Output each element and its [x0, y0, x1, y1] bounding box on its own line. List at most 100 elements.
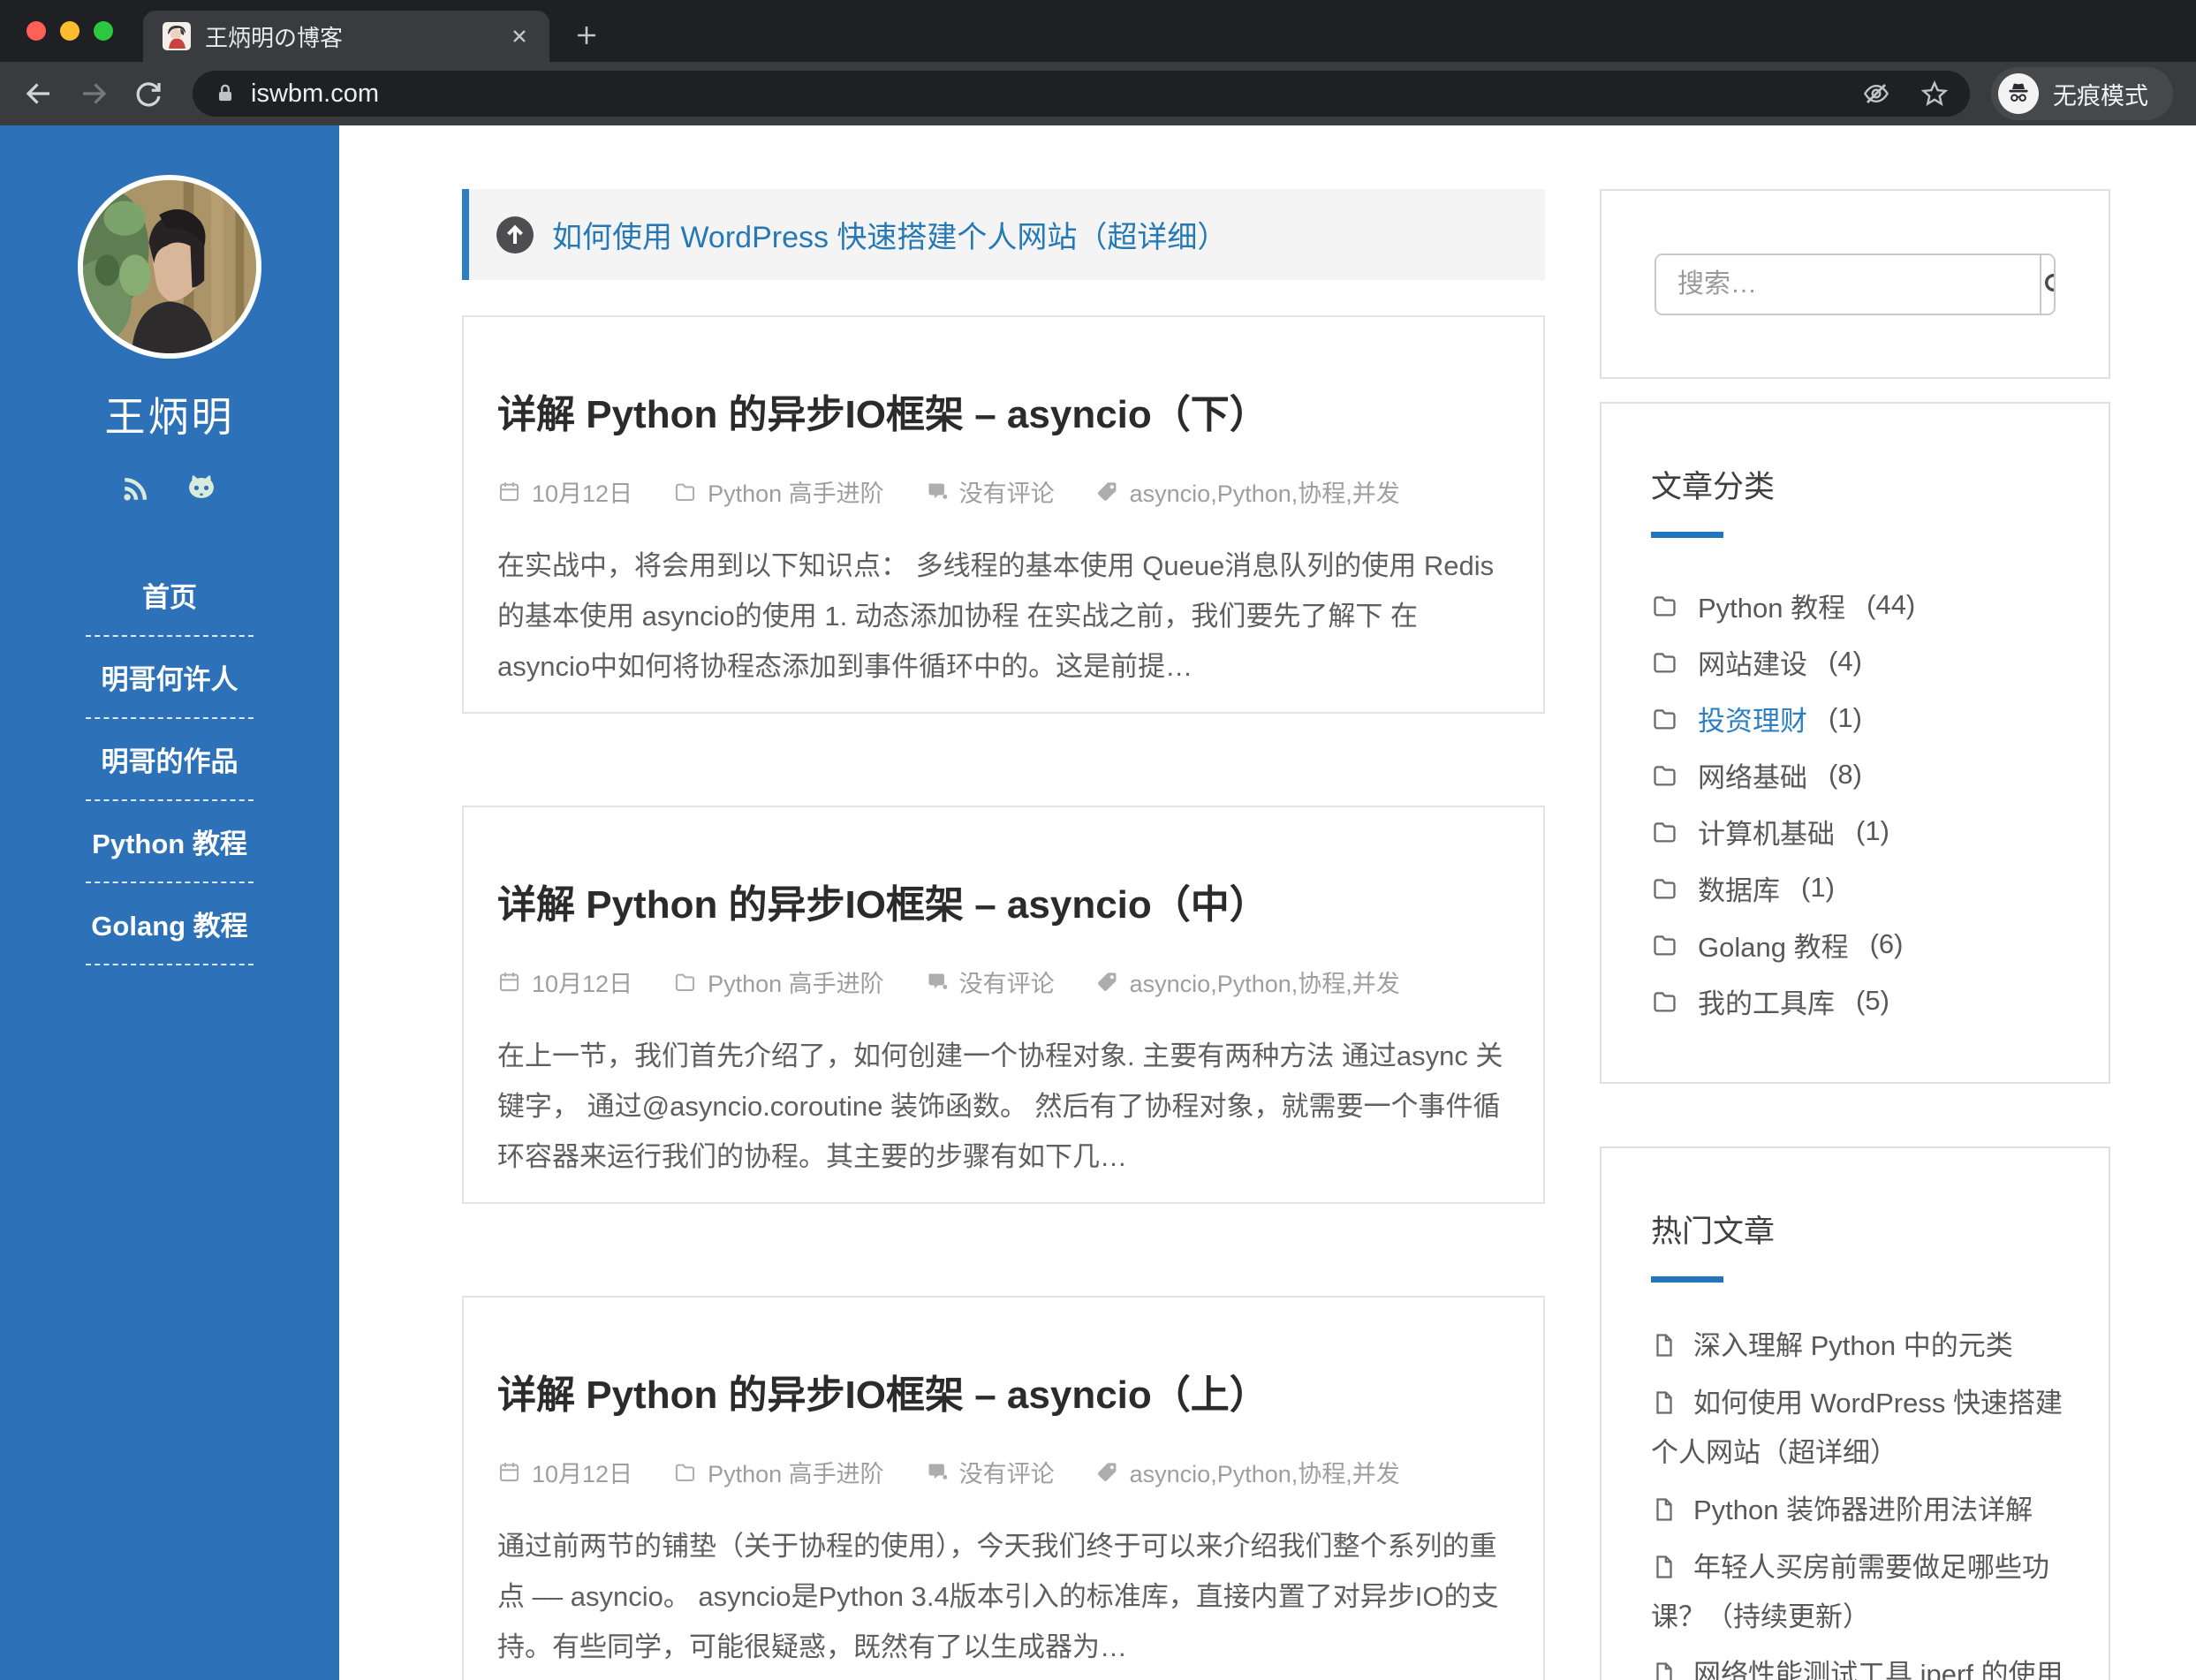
article-comments[interactable]: 没有评论 [925, 1455, 1055, 1489]
sidebar-nav-item[interactable]: Python 教程 [0, 801, 339, 882]
article-card: 详解 Python 的异步IO框架 – asyncio（上） 10月12日 Py… [462, 1296, 1545, 1680]
article-comments[interactable]: 没有评论 [925, 965, 1055, 999]
heading-underline [1651, 532, 1723, 538]
search-icon [2041, 270, 2054, 299]
tag-icon [1095, 970, 1119, 994]
notice-link[interactable]: 如何使用 WordPress 快速搭建个人网站（超详细） [552, 213, 1227, 256]
lock-icon [214, 82, 237, 105]
article-excerpt: 通过前两节的铺垫（关于协程的使用），今天我们终于可以来介绍我们整个系列的重点 –… [497, 1531, 1499, 1662]
article-tags[interactable]: asyncio,Python,协程,并发 [1095, 965, 1400, 999]
folder-icon [1651, 874, 1678, 902]
category-item[interactable]: 计算机基础 (1) [1651, 803, 2073, 859]
hot-article-item[interactable]: 年轻人买房前需要做足哪些功课？（持续更新） [1651, 1543, 2073, 1642]
file-icon [1651, 1661, 1677, 1680]
file-icon [1651, 1496, 1677, 1523]
arrow-up-circle-icon [496, 216, 534, 254]
minimize-window-button[interactable] [60, 21, 80, 41]
tab-close-icon[interactable] [509, 26, 530, 47]
incognito-icon [1998, 73, 2039, 114]
tag-icon [1095, 1460, 1119, 1484]
categories-widget: 文章分类 Python 教程 (44) 网站建设 (4) 投资理财 (1) 网络… [1600, 402, 2110, 1084]
browser-tab[interactable]: 王炳明の博客 [143, 11, 549, 62]
url-text: iswbm.com [251, 79, 380, 108]
browser-toolbar: iswbm.com 无痕模式 [0, 62, 2196, 125]
sidebar-nav: 首页 明哥何许人 明哥的作品 Python 教程 Golang 教程 [0, 555, 339, 965]
tab-title: 王炳明の博客 [205, 24, 344, 51]
hot-article-item[interactable]: 网络性能测试工具 iperf 的使用 [1651, 1650, 2073, 1680]
calendar-icon [497, 1460, 521, 1484]
folder-icon [673, 480, 697, 503]
category-item[interactable]: Python 教程 (44) [1651, 577, 2073, 633]
article-title[interactable]: 详解 Python 的异步IO框架 – asyncio（上） [497, 1363, 1510, 1419]
comment-icon [925, 970, 949, 994]
incognito-badge: 无痕模式 [1991, 67, 2173, 120]
article-tags[interactable]: asyncio,Python,协程,并发 [1095, 474, 1400, 509]
category-list: Python 教程 (44) 网站建设 (4) 投资理财 (1) 网络基础 (8… [1651, 577, 2073, 1029]
back-button[interactable] [23, 78, 55, 110]
article-category[interactable]: Python 高手进阶 [673, 965, 884, 999]
hot-articles-heading: 热门文章 [1651, 1215, 1776, 1249]
nav-separator [86, 964, 254, 965]
bookmark-star-icon[interactable] [1920, 79, 1949, 108]
file-icon [1651, 1389, 1677, 1416]
address-bar[interactable]: iswbm.com [193, 71, 1970, 117]
article-card: 详解 Python 的异步IO框架 – asyncio（下） 10月12日 Py… [462, 315, 1545, 714]
folder-icon [1651, 931, 1678, 958]
article-category[interactable]: Python 高手进阶 [673, 1455, 884, 1489]
tag-icon [1095, 480, 1119, 503]
comment-icon [925, 1460, 949, 1484]
category-item[interactable]: 网络基础 (8) [1651, 746, 2073, 803]
zoom-window-button[interactable] [94, 21, 113, 41]
folder-icon [1651, 592, 1678, 619]
hot-article-item[interactable]: Python 装饰器进阶用法详解 [1651, 1486, 2073, 1535]
article-tags[interactable]: asyncio,Python,协程,并发 [1095, 1455, 1400, 1489]
category-item[interactable]: 投资理财 (1) [1651, 690, 2073, 746]
notice-banner: 如何使用 WordPress 快速搭建个人网站（超详细） [462, 189, 1545, 280]
category-item[interactable]: Golang 教程 (6) [1651, 916, 2073, 972]
file-icon [1651, 1332, 1677, 1358]
sidebar-nav-item[interactable]: 明哥何许人 [0, 637, 339, 717]
rss-icon[interactable] [121, 473, 151, 503]
category-item[interactable]: 网站建设 (4) [1651, 633, 2073, 690]
window-controls [0, 0, 143, 62]
avatar [78, 175, 261, 359]
eye-blocked-icon[interactable] [1862, 79, 1890, 108]
search-widget [1600, 189, 2110, 379]
article-date: 10月12日 [497, 965, 632, 999]
search-input[interactable] [1656, 254, 2040, 314]
hot-article-list: 深入理解 Python 中的元类如何使用 WordPress 快速搭建个人网站（… [1651, 1321, 2073, 1680]
calendar-icon [497, 480, 521, 503]
sidebar-nav-item[interactable]: 明哥的作品 [0, 719, 339, 799]
article-title[interactable]: 详解 Python 的异步IO框架 – asyncio（中） [497, 873, 1510, 929]
forward-button[interactable] [78, 78, 110, 110]
heading-underline [1651, 1276, 1723, 1283]
category-item[interactable]: 数据库 (1) [1651, 859, 2073, 916]
close-window-button[interactable] [27, 21, 46, 41]
search-button[interactable] [2040, 254, 2054, 314]
hot-article-item[interactable]: 深入理解 Python 中的元类 [1651, 1321, 2073, 1371]
folder-icon [1651, 818, 1678, 845]
github-icon[interactable] [185, 473, 218, 503]
folder-icon [1651, 705, 1678, 732]
folder-icon [673, 970, 697, 994]
article-date: 10月12日 [497, 1455, 632, 1489]
article-category[interactable]: Python 高手进阶 [673, 474, 884, 509]
reload-button[interactable] [133, 78, 164, 110]
folder-icon [673, 1460, 697, 1484]
sidebar-nav-item[interactable]: 首页 [0, 555, 339, 635]
folder-icon [1651, 761, 1678, 789]
article-comments[interactable]: 没有评论 [925, 474, 1055, 509]
hot-articles-widget: 热门文章 深入理解 Python 中的元类如何使用 WordPress 快速搭建… [1600, 1146, 2110, 1680]
article-excerpt: 在上一节，我们首先介绍了，如何创建一个协程对象. 主要有两种方法 通过async… [497, 1041, 1503, 1172]
browser-tab-strip: 王炳明の博客 [0, 0, 2196, 62]
article-title[interactable]: 详解 Python 的异步IO框架 – asyncio（下） [497, 382, 1510, 439]
sidebar-nav-item[interactable]: Golang 教程 [0, 883, 339, 964]
article-list: 详解 Python 的异步IO框架 – asyncio（下） 10月12日 Py… [462, 315, 1545, 1680]
file-icon [1651, 1554, 1677, 1580]
article-date: 10月12日 [497, 474, 632, 509]
category-item[interactable]: 我的工具库 (5) [1651, 972, 2073, 1029]
calendar-icon [497, 970, 521, 994]
folder-icon [1651, 648, 1678, 676]
new-tab-button[interactable] [572, 21, 601, 49]
hot-article-item[interactable]: 如何使用 WordPress 快速搭建个人网站（超详细） [1651, 1379, 2073, 1478]
